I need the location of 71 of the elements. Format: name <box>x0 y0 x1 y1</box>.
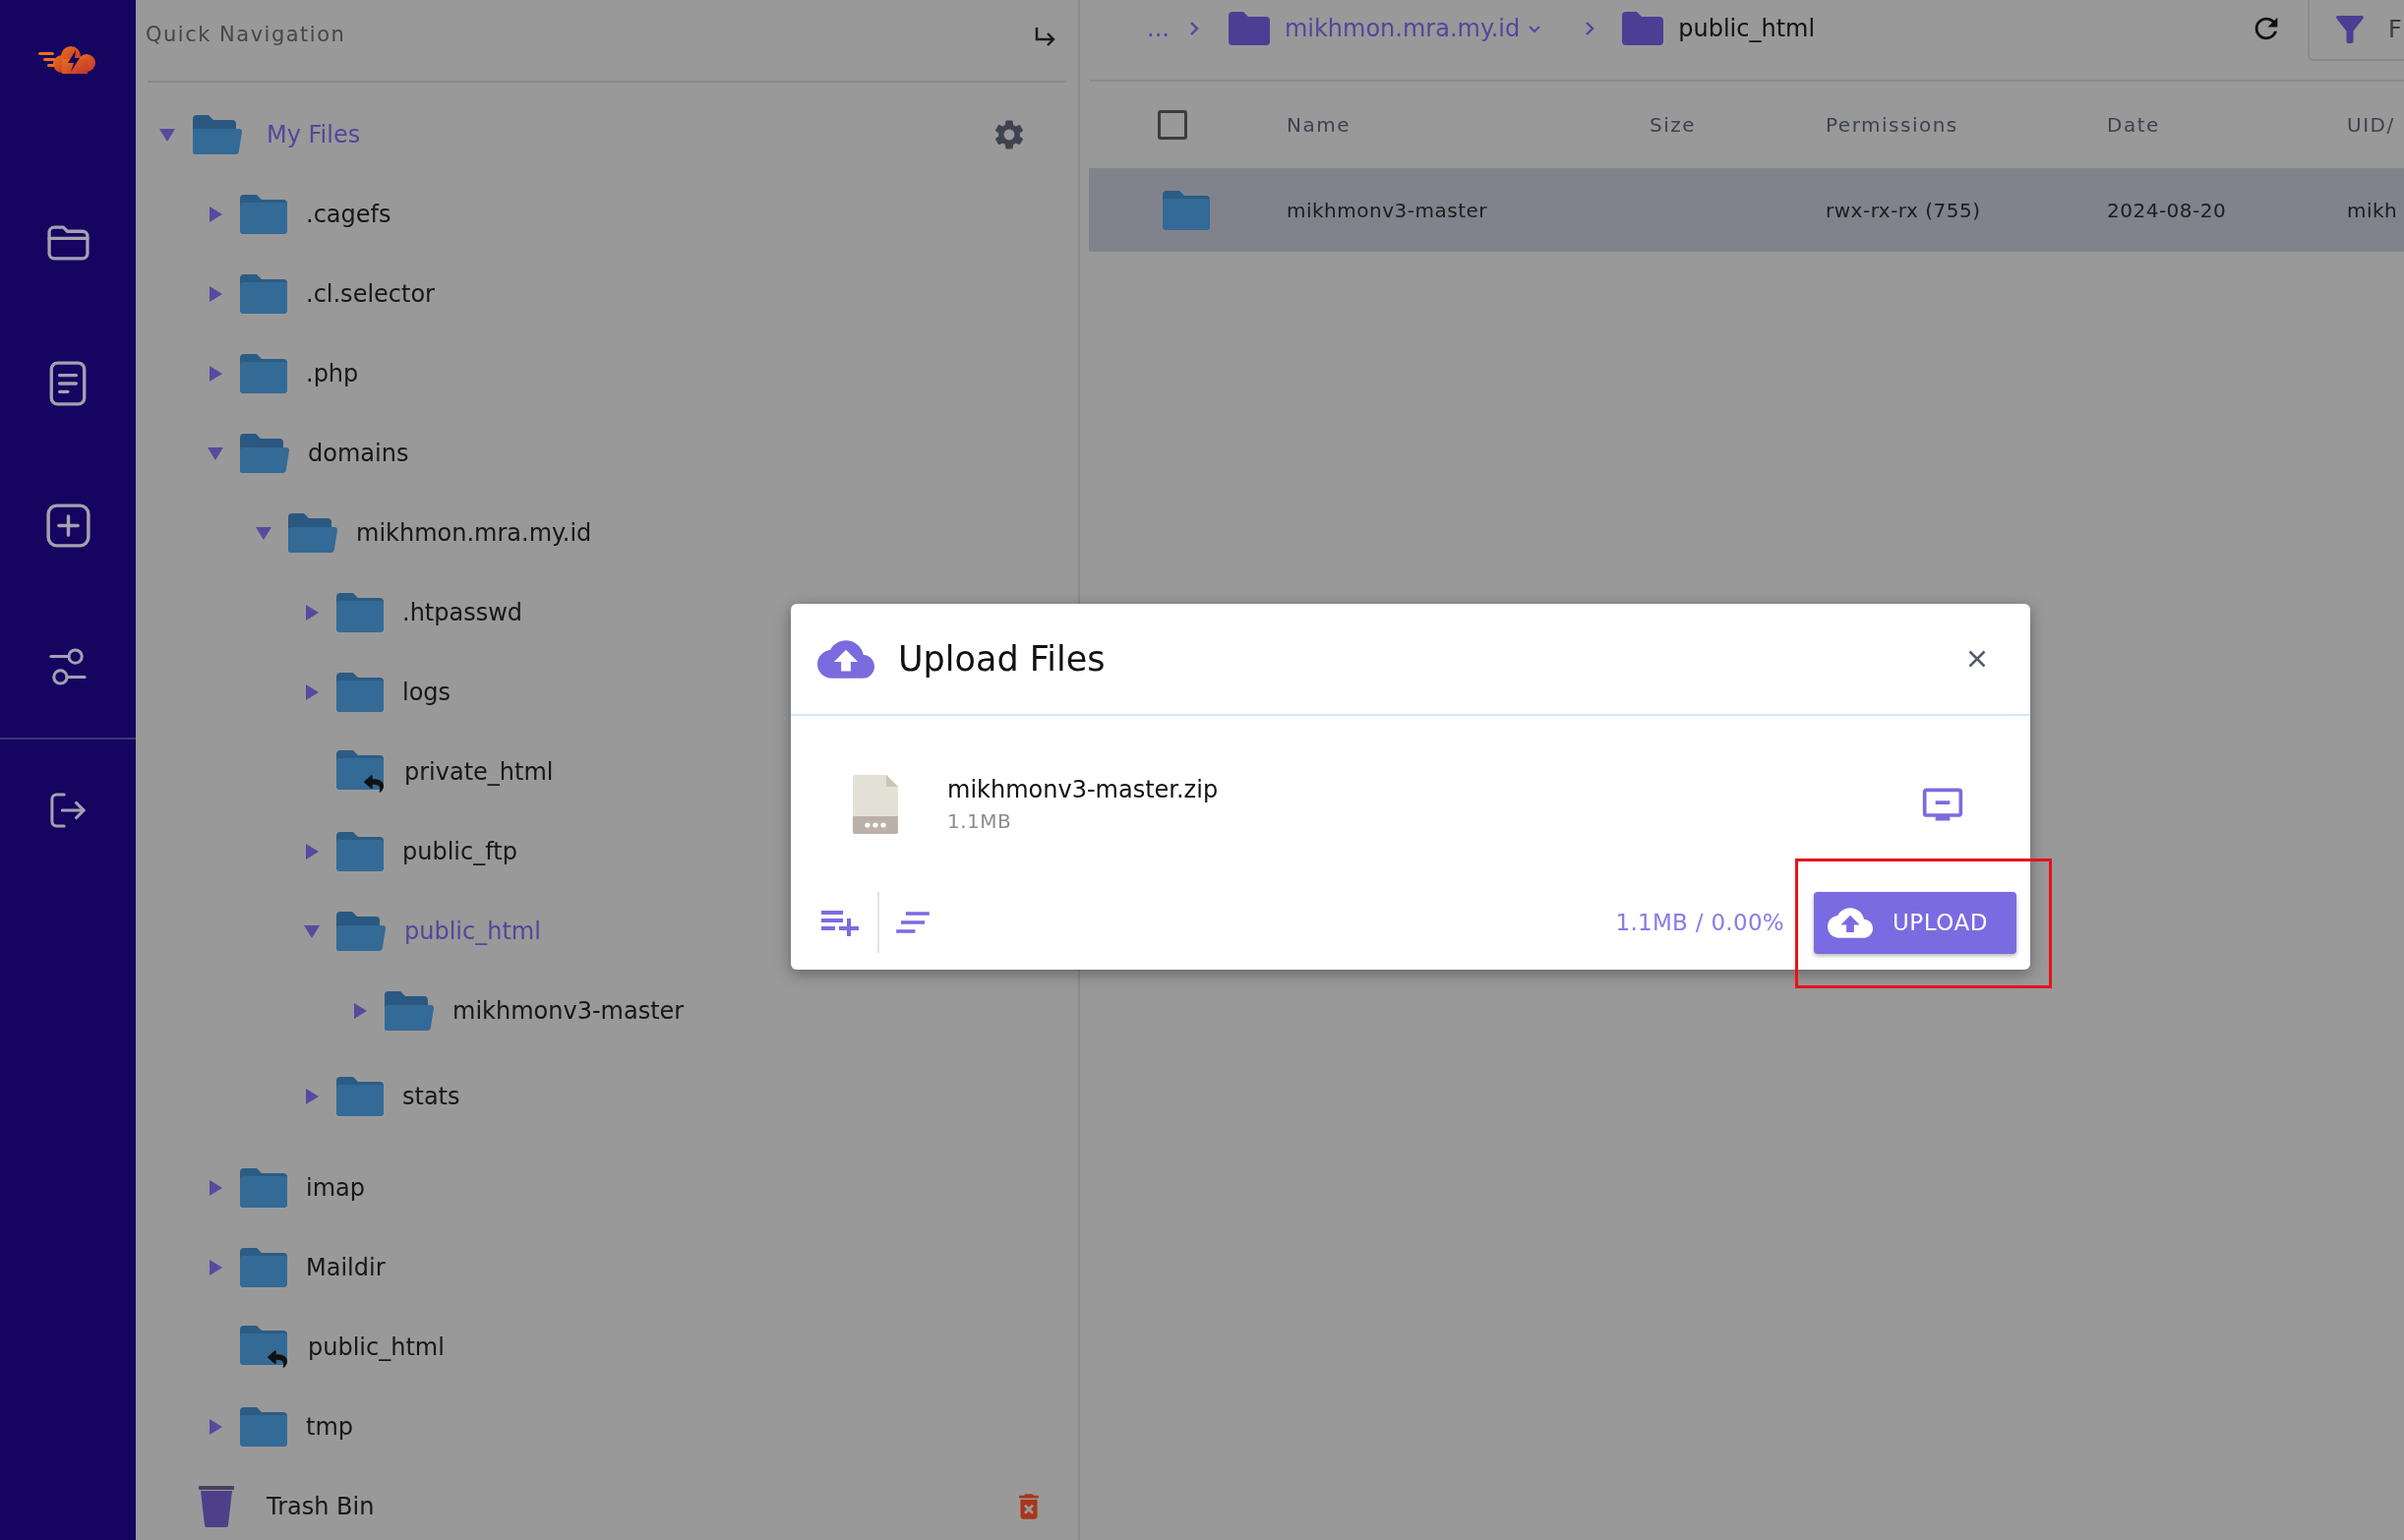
caret-right-icon[interactable] <box>208 285 223 302</box>
add-square-icon[interactable] <box>45 503 90 548</box>
folder-name[interactable]: imap <box>306 1169 365 1206</box>
caret-right-icon[interactable] <box>304 1088 320 1104</box>
column-header[interactable]: Date <box>2107 110 2160 140</box>
chevron-down-icon[interactable] <box>1528 24 1542 33</box>
column-header[interactable]: UID/ <box>2347 110 2395 140</box>
folder-name[interactable]: public_html <box>308 1329 445 1365</box>
folder-name[interactable]: public_ftp <box>402 833 517 869</box>
folder-icon <box>1163 190 1210 230</box>
table-cell-text: 2024-08-20 <box>2107 197 2227 224</box>
caret-right-icon[interactable] <box>208 1259 223 1275</box>
folder-name[interactable]: domains <box>308 435 409 471</box>
column-header[interactable]: Size <box>1650 110 1697 140</box>
caret-right-icon[interactable] <box>304 604 320 621</box>
folder-icon <box>1622 12 1664 45</box>
upload-button[interactable]: UPLOAD <box>1814 891 2016 954</box>
add-to-list-icon[interactable] <box>819 909 859 936</box>
logo[interactable] <box>38 44 97 74</box>
sliders-icon[interactable] <box>49 647 87 686</box>
caret-right-icon[interactable] <box>304 843 320 859</box>
file-size: 1.1MB <box>947 808 1013 834</box>
folder-shortcut-icon <box>240 1325 289 1369</box>
folder-name[interactable]: stats <box>402 1078 460 1114</box>
caret-down-icon[interactable] <box>208 444 223 461</box>
table-row[interactable]: mikhmonv3-master rwx-rx-rx (755) 2024-08-20 mikh <box>1089 168 2404 252</box>
panel-title: Quick Navigation <box>146 22 346 48</box>
column-header[interactable]: Permissions <box>1826 110 1958 140</box>
upload-summary: 1.1MB / 0.00% <box>1615 908 1784 937</box>
trash-label[interactable]: Trash Bin <box>267 1488 375 1524</box>
table-cell-text: mikhmonv3-master <box>1287 197 1487 224</box>
corner-arrow-icon[interactable] <box>1033 26 1056 47</box>
file-name: mikhmonv3-master.zip <box>947 775 1219 804</box>
caret-down-icon[interactable] <box>256 524 271 541</box>
file-icon <box>853 775 898 834</box>
caret-right-icon[interactable] <box>208 206 223 222</box>
filter-button[interactable]: F <box>2308 0 2404 61</box>
folder-icon <box>1228 12 1270 45</box>
caret-right-icon[interactable] <box>208 1179 223 1196</box>
trash-bin-icon[interactable] <box>199 1485 234 1527</box>
folder-name[interactable]: .php <box>306 355 359 391</box>
table-cell-text: rwx-rx-rx (755) <box>1826 197 1981 224</box>
folder-name[interactable]: .htpasswd <box>402 594 523 630</box>
document-icon[interactable] <box>49 361 87 406</box>
chevron-right-icon <box>1585 21 1595 36</box>
dialog-title: Upload Files <box>898 637 1106 681</box>
cloud-upload-icon <box>1828 907 1873 938</box>
folder-name[interactable]: .cagefs <box>306 196 391 232</box>
close-icon <box>1967 649 1987 669</box>
caret-down-icon[interactable] <box>159 126 175 143</box>
breadcrumb-link[interactable]: public_html <box>1678 11 1816 46</box>
folder-name[interactable]: private_html <box>404 753 554 790</box>
folder-name[interactable]: .cl.selector <box>306 275 435 312</box>
logout-icon[interactable] <box>49 793 87 828</box>
caret-right-icon[interactable] <box>208 1418 223 1435</box>
folder-name[interactable]: Maildir <box>306 1249 386 1285</box>
folder-name[interactable]: mikhmonv3-master <box>452 992 685 1029</box>
caret-right-icon[interactable] <box>352 1002 368 1019</box>
chevron-right-icon <box>1188 21 1199 36</box>
caret-down-icon[interactable] <box>304 922 320 939</box>
folder-shortcut-icon <box>336 749 386 794</box>
folder-name[interactable]: mikhmon.mra.my.id <box>356 514 592 551</box>
caret-right-icon[interactable] <box>208 365 223 382</box>
folder-name[interactable]: tmp <box>306 1408 354 1445</box>
folder-name[interactable]: logs <box>402 674 451 710</box>
cloud-upload-icon <box>817 639 874 679</box>
caret-right-icon[interactable] <box>304 683 320 700</box>
table-cell-text: mikh <box>2347 197 2398 224</box>
column-header[interactable]: Name <box>1287 110 1351 140</box>
select-all-checkbox[interactable] <box>1158 110 1187 140</box>
lines-icon[interactable] <box>896 911 930 934</box>
